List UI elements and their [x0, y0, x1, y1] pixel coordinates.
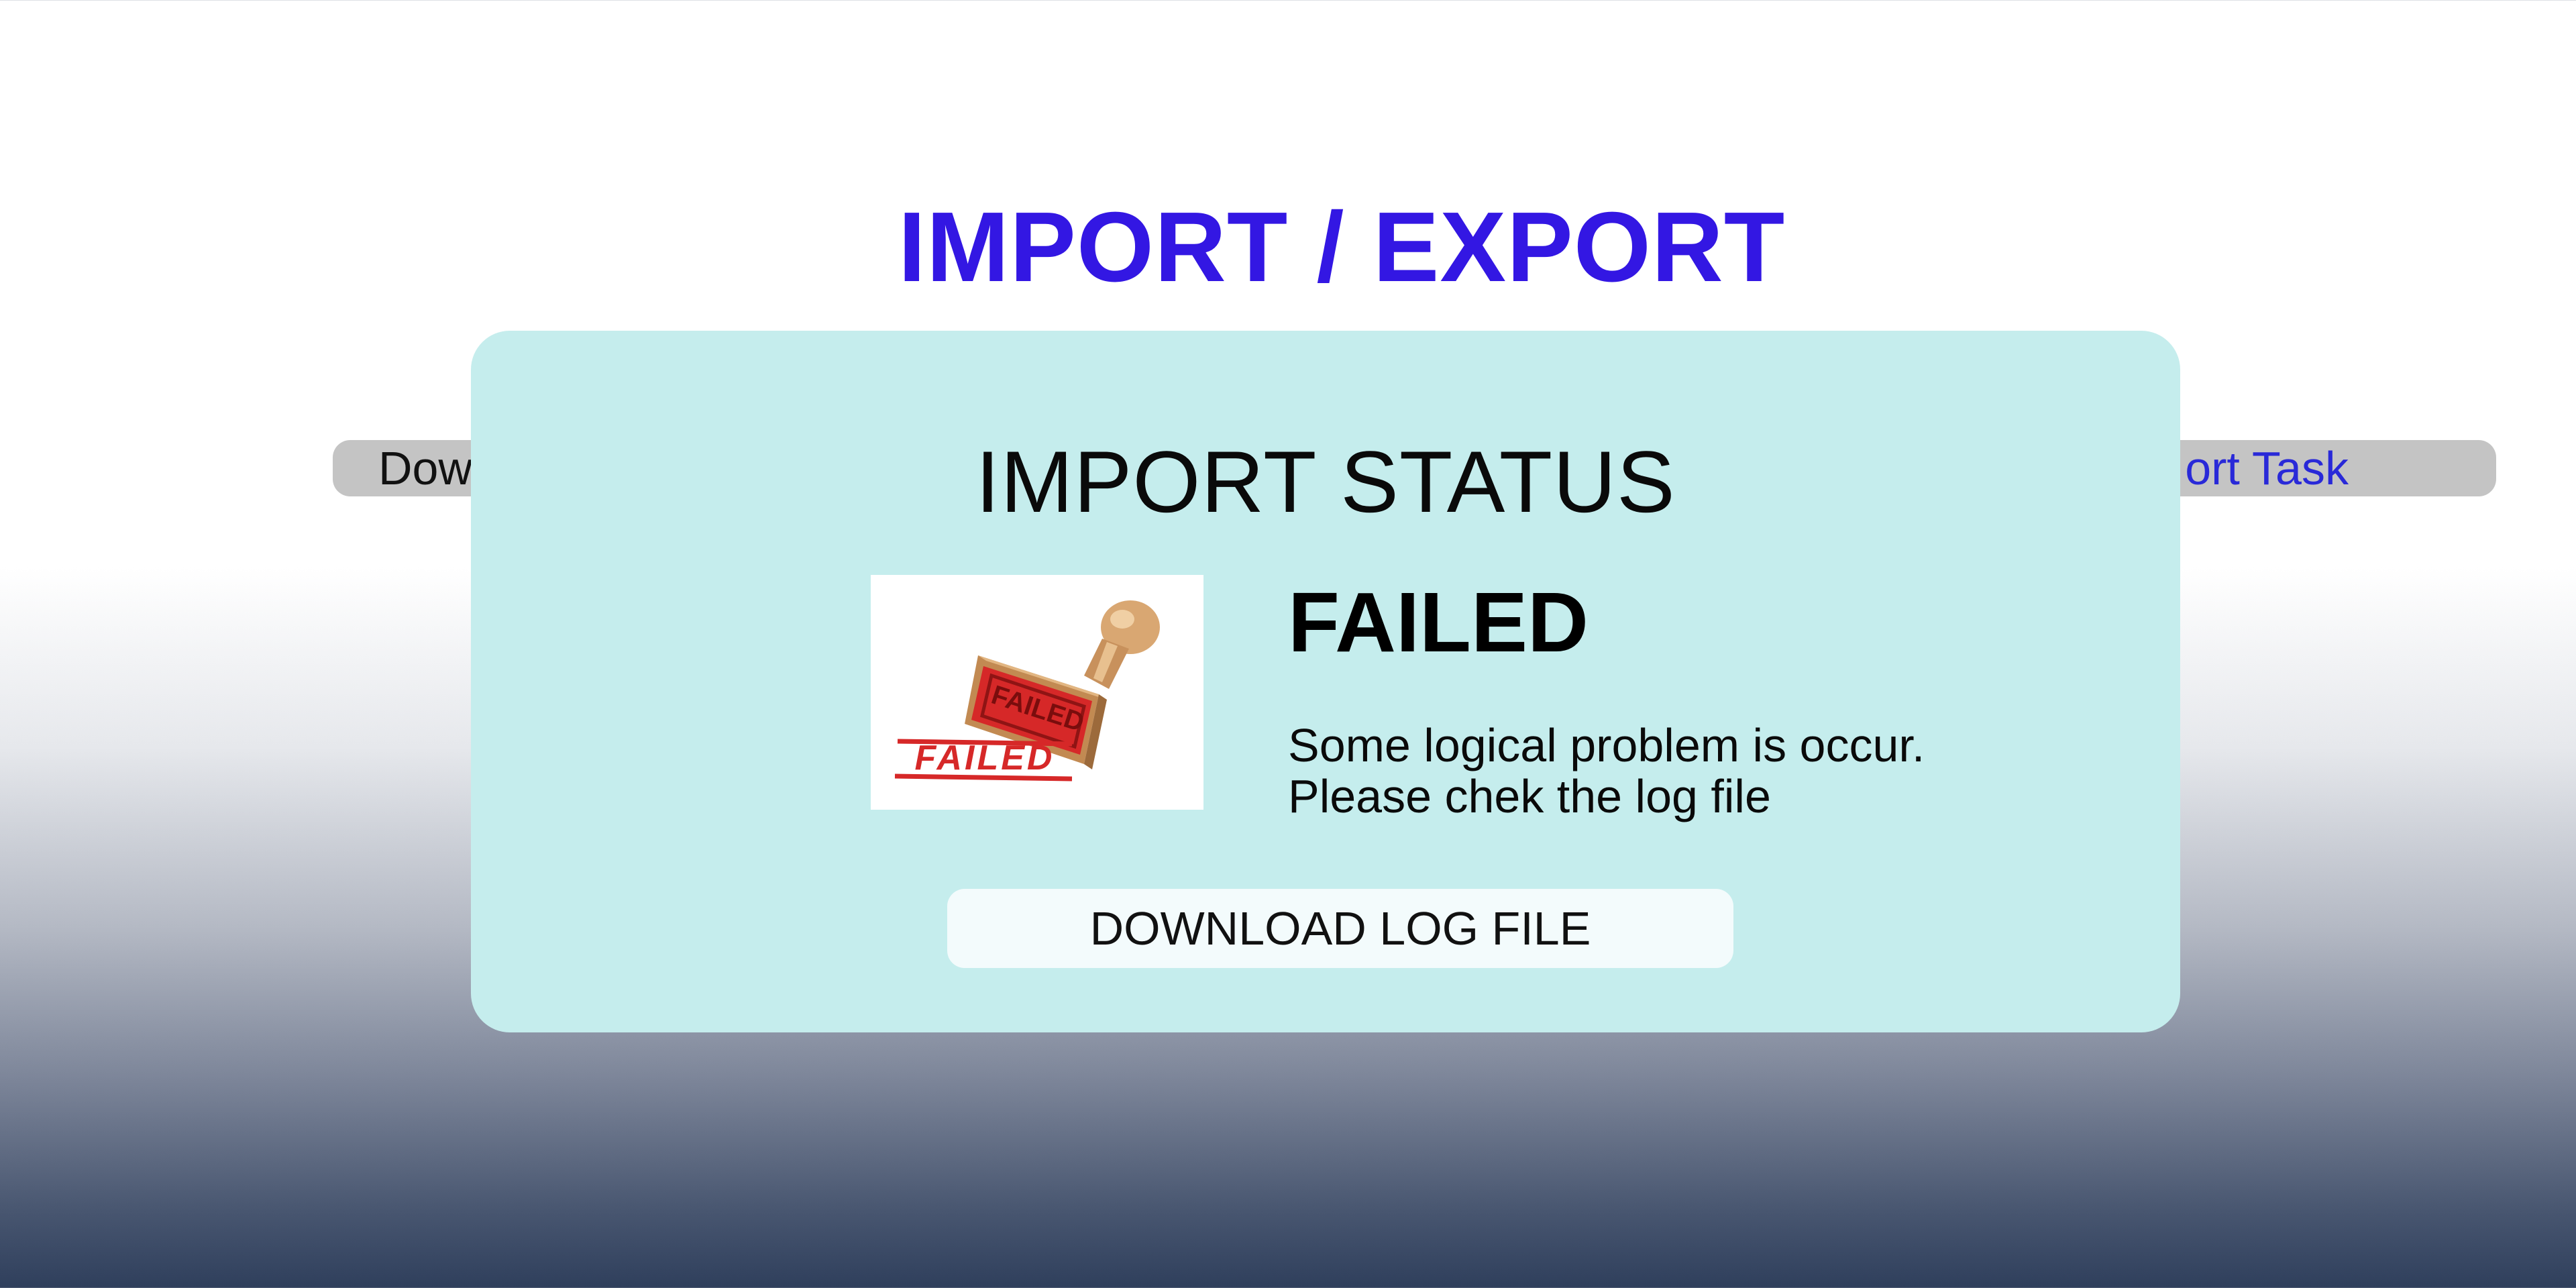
status-message-line-1: Some logical problem is occur. — [1288, 719, 1925, 771]
failed-stamp-icon: FAILED FAILED — [871, 575, 1203, 810]
tab-export-task[interactable]: ort Task — [2185, 440, 2349, 496]
status-message: Some logical problem is occur. Please ch… — [1288, 720, 2127, 822]
status-message-line-2: Please chek the log file — [1288, 770, 1771, 822]
status-heading: FAILED — [1288, 575, 1589, 669]
modal-title: IMPORT STATUS — [975, 433, 1676, 531]
stamp-imprint-text: FAILED — [915, 739, 1055, 777]
import-status-modal: IMPORT STATUS FAILED FAILED FAILED Some … — [471, 331, 2180, 1032]
download-log-file-button[interactable]: DOWNLOAD LOG FILE — [947, 889, 1733, 968]
page-title: IMPORT / EXPORT — [898, 192, 1786, 303]
tab-download[interactable]: Dow — [378, 440, 472, 496]
